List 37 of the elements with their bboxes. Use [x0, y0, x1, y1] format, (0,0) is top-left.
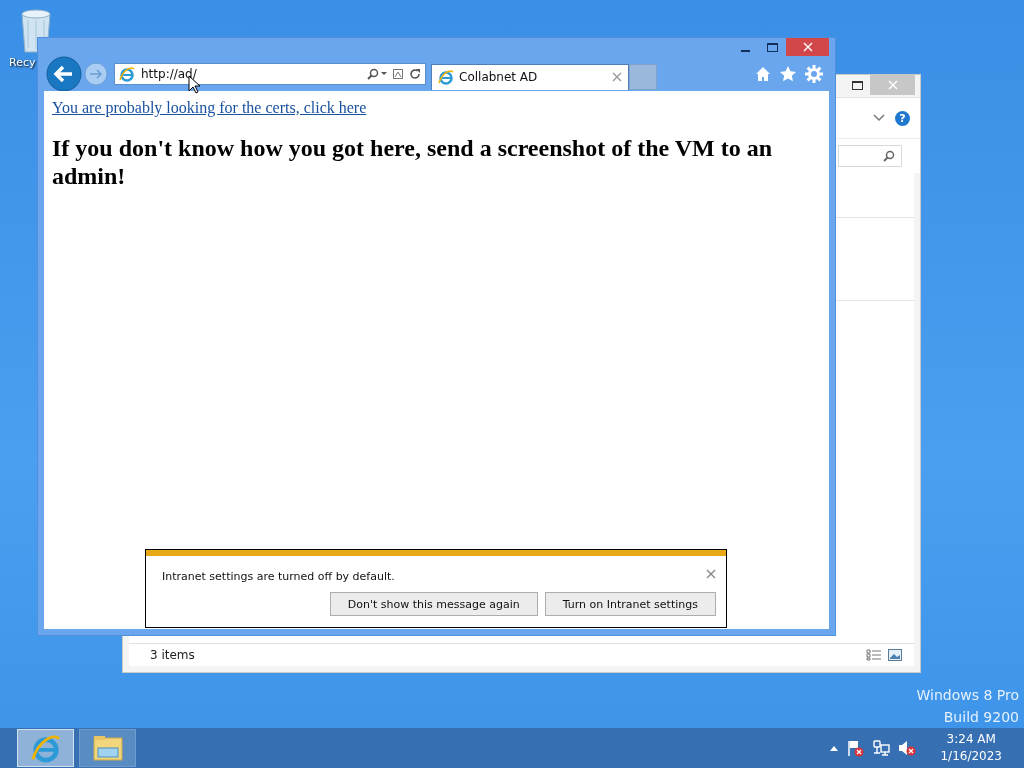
close-button[interactable]: [786, 38, 829, 56]
back-button[interactable]: [46, 56, 82, 92]
refresh-icon[interactable]: [409, 67, 421, 80]
notification-button[interactable]: Turn on Intranet settings: [544, 592, 716, 616]
close-tab-icon[interactable]: [612, 72, 622, 82]
status-text: 3 items: [150, 648, 195, 662]
taskbar-button[interactable]: [79, 729, 136, 767]
notification-message: Intranet settings are turned off by default.: [162, 570, 395, 583]
browser-logo-icon: [119, 65, 135, 82]
favorites-star-icon[interactable]: [779, 65, 797, 83]
large-icons-view-icon[interactable]: [888, 649, 902, 661]
details-view-icon[interactable]: [866, 649, 882, 661]
browser-logo-icon: [30, 733, 61, 763]
home-icon[interactable]: [755, 66, 771, 82]
settings-icon[interactable]: [805, 65, 823, 83]
page-heading: If you don't know how you got here, send a screenshot of the VM to an admin!: [52, 134, 774, 190]
notification-button[interactable]: Don't show this message again: [329, 592, 538, 616]
browser-tab[interactable]: Collabnet AD: [431, 63, 629, 90]
folder-icon: [92, 735, 123, 761]
close-icon[interactable]: [706, 568, 716, 579]
link[interactable]: You are probably looking for the certs, click here: [52, 99, 367, 116]
show-hidden-icons-icon[interactable]: [830, 745, 839, 751]
compatibility-view-icon[interactable]: [392, 67, 404, 80]
os-version-text: Build 9200: [942, 708, 1019, 727]
os-version-text: Windows 8 Pro: [916, 686, 1019, 705]
search-icon[interactable]: [367, 67, 387, 80]
clock[interactable]: 3:24 AM 1/16/2023: [940, 731, 1002, 765]
browser-logo-icon: [438, 69, 454, 85]
address-bar[interactable]: http://ad/: [114, 62, 426, 85]
help-button[interactable]: ?: [895, 110, 910, 126]
search-icon: [883, 150, 895, 162]
flag-icon[interactable]: [846, 739, 865, 757]
icon-label: Recy: [9, 56, 36, 69]
chevron-down-icon[interactable]: [873, 114, 885, 122]
speaker-icon[interactable]: [898, 739, 917, 757]
network-icon[interactable]: [872, 739, 891, 757]
search-field[interactable]: [838, 145, 902, 167]
